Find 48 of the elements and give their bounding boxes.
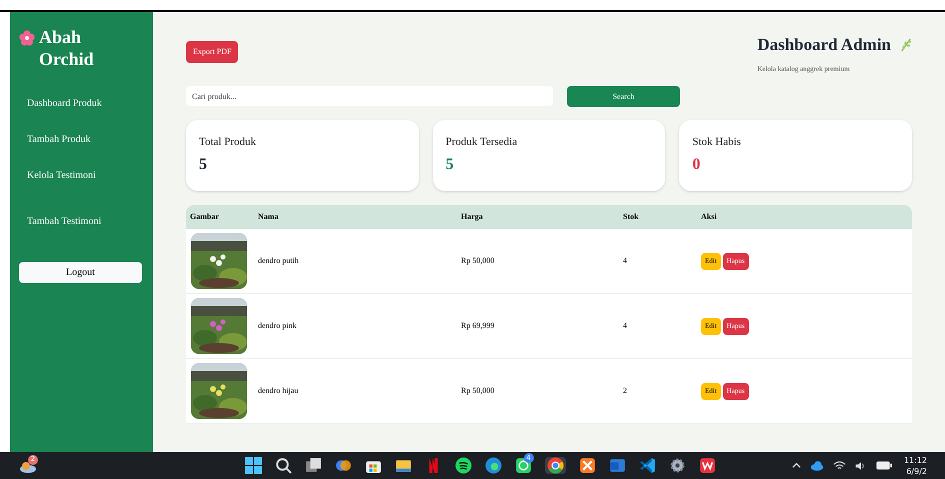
chevron-up-icon[interactable] xyxy=(792,461,801,470)
page-title: Dashboard Admin xyxy=(757,34,891,56)
spotify-icon[interactable] xyxy=(454,457,472,474)
battery-icon[interactable] xyxy=(876,461,892,470)
search-icon[interactable] xyxy=(274,457,292,474)
xampp-icon[interactable] xyxy=(578,457,596,474)
table-cell-text: 2 xyxy=(623,385,628,397)
stat-label: Total Produk xyxy=(199,135,256,150)
wifi-icon[interactable] xyxy=(833,460,846,470)
column-header: Aksi xyxy=(701,211,717,223)
windows-icon[interactable] xyxy=(304,457,322,474)
stat-value: 5 xyxy=(446,154,454,174)
folder-icon[interactable] xyxy=(394,457,412,474)
sidebar-link[interactable]: Tambah Testimoni xyxy=(27,214,144,229)
table-cell-text: Rp 50,000 xyxy=(461,385,496,397)
stat-label: Produk Tersedia xyxy=(446,135,518,150)
brand-name: Abah Orchid xyxy=(39,26,95,70)
wps-icon[interactable] xyxy=(698,457,716,474)
stat-value: 0 xyxy=(692,154,700,174)
table-cell-text: Rp 69,999 xyxy=(461,320,496,332)
column-header: Nama xyxy=(258,211,280,223)
table-cell-text: dendro putih xyxy=(258,255,300,267)
sidebar-link[interactable]: Tambah Produk xyxy=(27,132,144,147)
start-icon[interactable] xyxy=(244,457,262,474)
search-field[interactable]: Cari produk... xyxy=(186,86,553,106)
table-cell-text: Rp 50,000 xyxy=(461,255,496,267)
settings-icon[interactable] xyxy=(668,457,686,474)
cloud-icon[interactable] xyxy=(810,460,824,471)
clock-date: 6/9/2 xyxy=(906,466,927,476)
code-editor-icon[interactable] xyxy=(638,457,656,474)
sidebar-link[interactable]: Kelola Testimoni xyxy=(27,168,144,183)
table-cell-text: 4 xyxy=(623,255,628,267)
chrome-icon[interactable] xyxy=(546,457,564,474)
table-cell-text: dendro hijau xyxy=(258,385,300,397)
stat-value: 5 xyxy=(199,154,207,174)
flower-icon xyxy=(19,30,35,46)
sidebar-link[interactable]: Dashboard Produk xyxy=(27,96,144,111)
clock-time: 11:12 xyxy=(904,454,927,466)
column-header: Gambar xyxy=(189,211,220,223)
logout-button[interactable]: Logout xyxy=(19,262,142,283)
stat-label: Stok Habis xyxy=(692,135,741,150)
search-button[interactable]: Search xyxy=(567,86,680,107)
column-header: Stok xyxy=(623,211,640,223)
column-header: Harga xyxy=(461,211,484,223)
leaf-icon xyxy=(899,37,914,52)
table-cell-text: dendro pink xyxy=(258,320,298,332)
export-pdf-button[interactable]: Export PDF xyxy=(186,41,238,63)
table-cell-text: 4 xyxy=(623,320,628,332)
